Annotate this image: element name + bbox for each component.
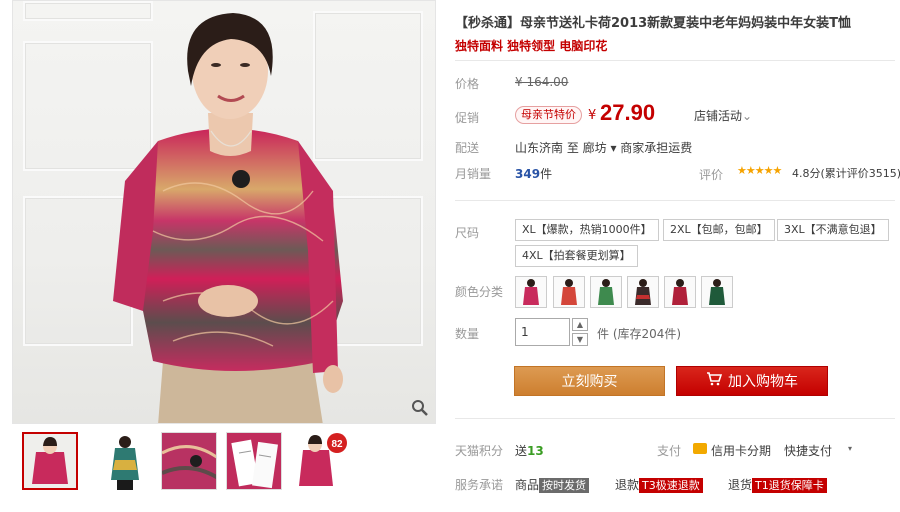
monthly-sales: 349件 — [515, 165, 552, 182]
monthly-sales-label: 月销量 — [455, 167, 492, 181]
fast-refund-badge: T3极速退款 — [639, 478, 703, 493]
quantity-label: 数量 — [455, 327, 480, 341]
thumbnail-strip: 82 — [12, 428, 436, 498]
credit-card-icon — [693, 443, 707, 454]
product-subtitle: 独特面料 独特领型 电脑印花 — [455, 39, 608, 53]
guarantee-refund[interactable]: 退款 T3极速退款 — [615, 476, 703, 493]
size-option-4xl[interactable]: 4XL【拍套餐更划算】 — [515, 245, 638, 267]
sales-unit: 件 — [540, 167, 553, 181]
color-option-red[interactable] — [515, 276, 547, 308]
return-guarantee-badge: T1退货保障卡 — [752, 478, 827, 493]
size-option-3xl[interactable]: 3XL【不满意包退】 — [777, 219, 889, 241]
quantity-decrease-button[interactable]: ▼ — [572, 333, 588, 346]
add-to-cart-label: 加入购物车 — [728, 374, 798, 390]
on-time-shipping-badge: 按时发货 — [539, 478, 590, 493]
currency-symbol: ¥ — [588, 108, 597, 123]
shop-activity-dropdown[interactable]: 店铺活动⌄ — [694, 107, 752, 124]
delivery-label: 配送 — [455, 141, 480, 155]
thumbnail-2[interactable] — [97, 432, 153, 490]
guarantee-label: 服务承诺 — [455, 478, 504, 492]
points-label: 天猫积分 — [455, 444, 504, 458]
color-option-orange[interactable] — [553, 276, 585, 308]
points-value: 13 — [527, 444, 544, 458]
promo-label: 促销 — [455, 111, 480, 125]
size-label: 尺码 — [455, 226, 480, 240]
chevron-down-icon[interactable]: ▾ — [848, 444, 852, 453]
color-option-black[interactable] — [627, 276, 659, 308]
price-label: 价格 — [455, 77, 480, 91]
discount-badge: 82 — [331, 439, 343, 450]
chevron-down-icon: ⌄ — [742, 109, 753, 123]
delivery-info[interactable]: 山东济南 至 廊坊 ▾ 商家承担运费 — [515, 139, 692, 156]
divider — [455, 418, 895, 419]
divider — [455, 200, 895, 201]
stock-info: 件 (库存204件) — [597, 327, 682, 341]
points-info: 送13 — [515, 442, 544, 459]
size-option-2xl[interactable]: 2XL【包邮，包邮】 — [663, 219, 775, 241]
original-price: ¥ 164.00 — [515, 75, 569, 89]
main-product-image[interactable] — [12, 0, 436, 424]
points-text: 送 — [515, 444, 528, 458]
color-option-darkgreen[interactable] — [701, 276, 733, 308]
color-label: 颜色分类 — [455, 285, 504, 299]
buy-now-button[interactable]: 立刻购买 — [514, 366, 665, 396]
sales-count: 349 — [515, 167, 541, 181]
quantity-input[interactable]: 1 — [515, 318, 570, 346]
thumbnail-5[interactable]: 82 — [291, 432, 347, 490]
thumbnail-3[interactable] — [161, 432, 217, 490]
color-option-rose[interactable] — [664, 276, 696, 308]
size-option-xl[interactable]: XL【爆款，热销1000件】 — [515, 219, 659, 241]
guarantee-shipping[interactable]: 商品 按时发货 — [515, 476, 590, 493]
rating-summary[interactable]: 4.8分(累计评价3515) — [792, 165, 900, 181]
zoom-icon[interactable] — [411, 399, 429, 417]
payment-label: 支付 — [657, 444, 682, 458]
color-option-green[interactable] — [590, 276, 622, 308]
credit-installment-link[interactable]: 信用卡分期 — [711, 442, 771, 459]
quick-pay-link[interactable]: 快捷支付 — [784, 442, 832, 459]
guarantee-return[interactable]: 退货 T1退货保障卡 — [728, 476, 827, 493]
thumbnail-1[interactable] — [22, 432, 78, 490]
guarantee-return-prefix: 退货 — [728, 478, 753, 492]
quantity-increase-button[interactable]: ▲ — [572, 318, 588, 331]
guarantee-refund-prefix: 退款 — [615, 478, 640, 492]
rating-stars: ★★★★★ — [737, 164, 782, 177]
add-to-cart-button[interactable]: 加入购物车 — [676, 366, 828, 396]
divider — [455, 60, 895, 61]
cart-icon — [706, 367, 723, 397]
sale-price: 27.90 — [600, 100, 656, 125]
guarantee-shipping-prefix: 商品 — [515, 478, 540, 492]
model-photo — [113, 13, 343, 423]
rating-label: 评价 — [699, 168, 724, 182]
promo-badge: 母亲节特价 — [515, 106, 582, 124]
product-title: 【秒杀通】母亲节送礼卡荷2013新款夏装中老年妈妈装中年女装T恤 — [455, 16, 852, 31]
thumbnail-4[interactable] — [226, 432, 282, 490]
shop-activity-label: 店铺活动 — [694, 109, 743, 123]
